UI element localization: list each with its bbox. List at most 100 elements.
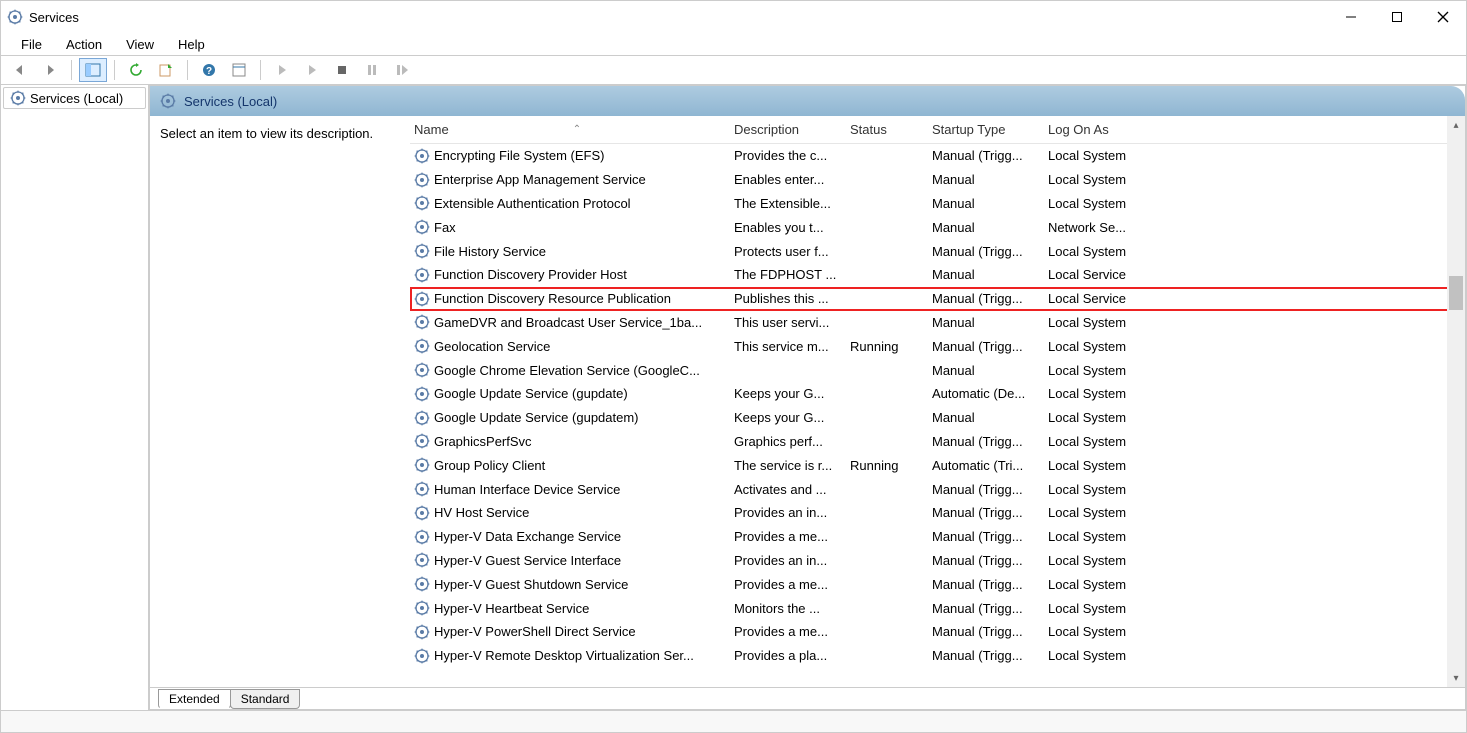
scroll-thumb[interactable] [1449, 276, 1463, 310]
service-description: Provides an in... [730, 505, 846, 520]
service-startup-type: Manual (Trigg... [928, 244, 1044, 259]
menu-action[interactable]: Action [54, 35, 114, 54]
service-startup-type: Manual (Trigg... [928, 648, 1044, 663]
start-service-button[interactable] [268, 58, 296, 82]
service-log-on-as: Local System [1044, 339, 1144, 354]
show-hide-tree-button[interactable] [79, 58, 107, 82]
service-log-on-as: Local System [1044, 244, 1144, 259]
menu-file[interactable]: File [9, 35, 54, 54]
column-description[interactable]: Description [730, 122, 846, 137]
service-row[interactable]: GameDVR and Broadcast User Service_1ba..… [410, 311, 1465, 335]
menu-help[interactable]: Help [166, 35, 217, 54]
tree-node-label: Services (Local) [30, 91, 123, 106]
service-row[interactable]: Encrypting File System (EFS)Provides the… [410, 144, 1465, 168]
gear-icon [414, 172, 430, 188]
forward-button[interactable] [36, 58, 64, 82]
gear-icon [414, 410, 430, 426]
gear-icon [414, 457, 430, 473]
service-log-on-as: Local System [1044, 553, 1144, 568]
gear-icon [414, 600, 430, 616]
detail-header: Services (Local) [150, 86, 1465, 116]
service-row[interactable]: Geolocation ServiceThis service m...Runn… [410, 334, 1465, 358]
service-description: Publishes this ... [730, 291, 846, 306]
scroll-down-icon[interactable]: ▾ [1447, 669, 1465, 687]
service-row[interactable]: Hyper-V Guest Shutdown ServiceProvides a… [410, 572, 1465, 596]
service-row[interactable]: Group Policy ClientThe service is r...Ru… [410, 453, 1465, 477]
scroll-up-icon[interactable]: ▴ [1447, 116, 1465, 134]
service-row[interactable]: HV Host ServiceProvides an in...Manual (… [410, 501, 1465, 525]
service-name: Hyper-V Guest Shutdown Service [434, 577, 628, 592]
tab-standard[interactable]: Standard [230, 689, 301, 709]
service-description: Keeps your G... [730, 410, 846, 425]
minimize-button[interactable] [1328, 1, 1374, 33]
service-description: Enables you t... [730, 220, 846, 235]
menu-view[interactable]: View [114, 35, 166, 54]
service-log-on-as: Local Service [1044, 267, 1144, 282]
service-description: Provides a me... [730, 529, 846, 544]
back-button[interactable] [6, 58, 34, 82]
service-log-on-as: Local System [1044, 410, 1144, 425]
stop-service-button[interactable] [328, 58, 356, 82]
service-name: GraphicsPerfSvc [434, 434, 532, 449]
service-row[interactable]: GraphicsPerfSvcGraphics perf...Manual (T… [410, 430, 1465, 454]
service-row[interactable]: Human Interface Device ServiceActivates … [410, 477, 1465, 501]
services-list: Name ⌃ Description Status Startup Type L… [410, 116, 1465, 687]
maximize-button[interactable] [1374, 1, 1420, 33]
service-row[interactable]: Hyper-V Heartbeat ServiceMonitors the ..… [410, 596, 1465, 620]
service-log-on-as: Local System [1044, 434, 1144, 449]
service-row[interactable]: FaxEnables you t...ManualNetwork Se... [410, 215, 1465, 239]
refresh-button[interactable] [122, 58, 150, 82]
tree-node-services-local[interactable]: Services (Local) [3, 87, 146, 109]
service-name: Encrypting File System (EFS) [434, 148, 605, 163]
service-row[interactable]: Hyper-V Remote Desktop Virtualization Se… [410, 644, 1465, 668]
service-row[interactable]: File History ServiceProtects user f...Ma… [410, 239, 1465, 263]
service-row[interactable]: Google Chrome Elevation Service (GoogleC… [410, 358, 1465, 382]
service-log-on-as: Local System [1044, 172, 1144, 187]
service-startup-type: Manual (Trigg... [928, 553, 1044, 568]
close-button[interactable] [1420, 1, 1466, 33]
service-startup-type: Manual (Trigg... [928, 291, 1044, 306]
service-description: Provides a me... [730, 624, 846, 639]
service-startup-type: Manual [928, 363, 1044, 378]
service-log-on-as: Local System [1044, 458, 1144, 473]
service-row[interactable]: Google Update Service (gupdatem)Keeps yo… [410, 406, 1465, 430]
properties-button[interactable] [225, 58, 253, 82]
gear-icon [160, 93, 176, 109]
column-name[interactable]: Name ⌃ [410, 122, 730, 137]
service-startup-type: Manual [928, 196, 1044, 211]
column-log-on-as[interactable]: Log On As [1044, 122, 1144, 137]
gear-icon [414, 314, 430, 330]
service-startup-type: Manual (Trigg... [928, 434, 1044, 449]
column-status[interactable]: Status [846, 122, 928, 137]
service-name: Fax [434, 220, 456, 235]
export-list-button[interactable] [152, 58, 180, 82]
app-gear-icon [7, 9, 23, 25]
service-row[interactable]: Hyper-V Guest Service InterfaceProvides … [410, 549, 1465, 573]
menubar: File Action View Help [1, 33, 1466, 55]
sort-caret-icon: ⌃ [573, 124, 581, 135]
start-service-button-2[interactable] [298, 58, 326, 82]
service-startup-type: Manual [928, 172, 1044, 187]
restart-service-button[interactable] [388, 58, 416, 82]
service-row[interactable]: Function Discovery Provider HostThe FDPH… [410, 263, 1465, 287]
gear-icon [414, 338, 430, 354]
service-row[interactable]: Extensible Authentication ProtocolThe Ex… [410, 192, 1465, 216]
service-row[interactable]: Function Discovery Resource PublicationP… [410, 287, 1465, 311]
service-log-on-as: Local System [1044, 505, 1144, 520]
column-startup-type[interactable]: Startup Type [928, 122, 1044, 137]
pause-service-button[interactable] [358, 58, 386, 82]
service-startup-type: Manual (Trigg... [928, 529, 1044, 544]
service-startup-type: Manual (Trigg... [928, 148, 1044, 163]
view-tabs: Extended Standard [150, 687, 1465, 709]
help-button[interactable]: ? [195, 58, 223, 82]
statusbar [1, 710, 1466, 732]
service-row[interactable]: Hyper-V Data Exchange ServiceProvides a … [410, 525, 1465, 549]
service-row[interactable]: Enterprise App Management ServiceEnables… [410, 168, 1465, 192]
service-row[interactable]: Google Update Service (gupdate)Keeps you… [410, 382, 1465, 406]
service-log-on-as: Network Se... [1044, 220, 1144, 235]
service-startup-type: Automatic (Tri... [928, 458, 1044, 473]
tab-extended[interactable]: Extended [158, 689, 231, 709]
service-row[interactable]: Hyper-V PowerShell Direct ServiceProvide… [410, 620, 1465, 644]
vertical-scrollbar[interactable]: ▴ ▾ [1447, 116, 1465, 687]
gear-icon [414, 291, 430, 307]
